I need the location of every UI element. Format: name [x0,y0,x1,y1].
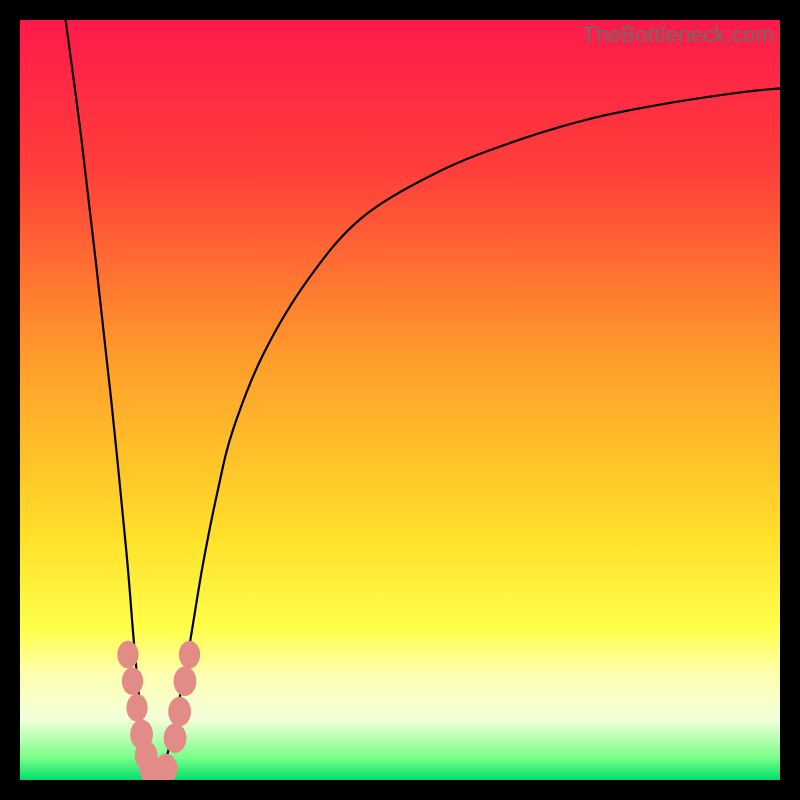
chart-frame: TheBottleneck.com [0,0,800,800]
curve-marker [122,667,143,695]
curve-marker [155,754,178,780]
curve-marker [174,666,197,696]
plot-area: TheBottleneck.com [20,20,780,780]
watermark-text: TheBottleneck.com [582,22,774,48]
curve-markers [117,641,200,780]
curve-marker [164,723,187,753]
curve-marker [179,641,200,669]
curve-marker [117,641,138,669]
curve-marker [126,694,147,722]
bottleneck-curve [66,20,780,780]
curve-marker [168,697,191,727]
curve-layer [20,20,780,780]
